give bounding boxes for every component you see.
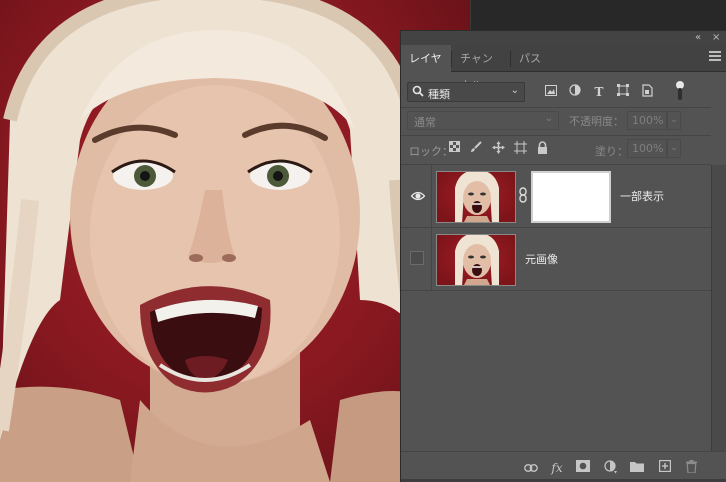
smart-object-filter-icon[interactable] <box>639 84 655 100</box>
layers-bottom-toolbar: fx <box>401 451 726 482</box>
opacity-dropdown-icon[interactable]: ⌄ <box>667 111 681 130</box>
type-filter-icon[interactable]: T <box>591 84 607 100</box>
layer-list: 一部表示 元画像 <box>401 165 711 465</box>
layer-row-partial-display[interactable]: 一部表示 <box>401 165 711 228</box>
opacity-input[interactable]: 100% <box>627 111 667 130</box>
panel-tabs: レイヤー チャンネル パス <box>401 45 726 92</box>
delete-layer-icon[interactable] <box>683 460 699 476</box>
add-mask-icon[interactable] <box>575 460 591 476</box>
lock-position-icon[interactable] <box>491 141 505 155</box>
filter-kind-value: 種類 <box>428 88 450 101</box>
tab-layers[interactable]: レイヤー <box>401 45 451 92</box>
tab-channels[interactable]: チャンネル <box>452 45 510 92</box>
opacity-label: 不透明度： <box>569 115 624 128</box>
layer-row-original-image[interactable]: 元画像 <box>401 228 711 291</box>
divider <box>401 135 711 136</box>
link-layers-icon[interactable] <box>523 460 539 476</box>
image-filter-icon[interactable] <box>543 84 559 100</box>
panel-title-bar: « × <box>401 31 726 45</box>
eye-icon[interactable] <box>410 190 426 202</box>
adjustment-filter-icon[interactable] <box>567 84 583 100</box>
new-group-icon[interactable] <box>629 460 645 476</box>
blend-mode-value: 通常 <box>414 116 436 129</box>
close-panel-icon[interactable]: × <box>712 31 720 45</box>
visibility-divider <box>431 228 432 291</box>
adjustment-layer-icon[interactable] <box>603 460 619 476</box>
chevron-down-icon: ⌄ <box>544 113 553 124</box>
lock-image-pixels-icon[interactable] <box>469 141 483 155</box>
fx-icon[interactable]: fx <box>549 460 565 476</box>
chevron-down-icon: ⌄ <box>510 85 519 96</box>
lock-transparent-pixels-icon[interactable] <box>447 141 461 155</box>
filter-kind-select[interactable]: 種類 ⌄ <box>407 82 525 102</box>
layer-mask-thumbnail[interactable] <box>531 171 611 223</box>
blend-mode-select[interactable]: 通常 ⌄ <box>407 111 559 130</box>
mask-link-icon[interactable] <box>517 187 529 205</box>
lock-all-icon[interactable] <box>535 141 549 155</box>
layer-name[interactable]: 元画像 <box>525 251 558 267</box>
search-icon <box>412 85 424 100</box>
visibility-toggle-empty[interactable] <box>410 251 424 265</box>
tab-paths[interactable]: パス <box>511 45 551 72</box>
fill-dropdown-icon[interactable]: ⌄ <box>667 139 681 158</box>
visibility-divider <box>431 165 432 228</box>
divider <box>401 107 711 108</box>
fill-label: 塗り： <box>595 145 628 158</box>
layers-panel: « × レイヤー チャンネル パス 種類 ⌄ T 通常 ⌄ 不透明度： <box>400 30 726 482</box>
layer-thumbnail[interactable] <box>436 171 516 223</box>
shape-filter-icon[interactable] <box>615 84 631 100</box>
lock-artboard-icon[interactable] <box>513 141 527 155</box>
panel-menu-icon[interactable] <box>709 51 721 65</box>
filter-toggle-switch[interactable] <box>676 81 684 101</box>
layer-list-scrollbar[interactable] <box>711 165 726 455</box>
layer-name[interactable]: 一部表示 <box>620 188 664 204</box>
toggle-track <box>678 88 682 100</box>
fill-input[interactable]: 100% <box>627 139 667 158</box>
layer-thumbnail[interactable] <box>436 234 516 286</box>
collapse-panel-icon[interactable]: « <box>695 31 701 45</box>
new-layer-icon[interactable] <box>657 460 673 476</box>
